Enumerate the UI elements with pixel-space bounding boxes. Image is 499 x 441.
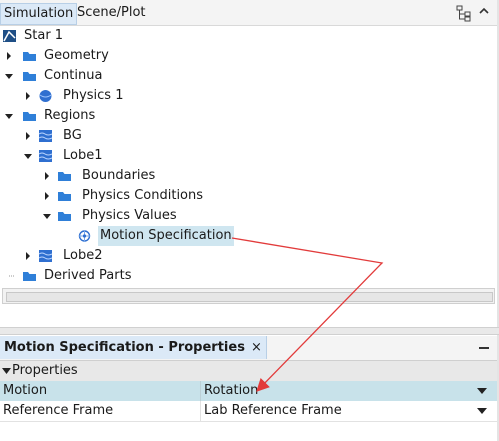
properties-title: Motion Specification - Properties	[4, 340, 245, 355]
folder-icon	[58, 192, 71, 201]
collapse-arrow-icon[interactable]	[42, 206, 52, 226]
tab-motion-specification-properties[interactable]: Motion Specification - Properties ×	[0, 336, 267, 359]
tree-label: Lobe1	[63, 148, 103, 163]
collapse-arrow-icon[interactable]	[2, 367, 11, 375]
property-value: Rotation	[204, 383, 259, 398]
region-mesh-icon	[38, 150, 53, 162]
expand-arrow-icon[interactable]	[23, 86, 33, 106]
tree-label: Continua	[44, 68, 103, 83]
section-label: Properties	[12, 363, 78, 378]
tree-label: Motion Specification	[98, 226, 234, 246]
properties-section-header[interactable]: Properties	[0, 361, 497, 381]
tree-label: Physics Values	[82, 208, 177, 223]
tree-label: Lobe2	[63, 248, 103, 263]
folder-icon	[23, 112, 36, 121]
folder-icon	[23, 52, 36, 61]
tab-scene-plot[interactable]: Scene/Plot	[74, 3, 149, 23]
tree-label: Boundaries	[82, 168, 156, 183]
property-name: Reference Frame	[3, 403, 114, 418]
tree-label: Physics 1	[63, 88, 124, 103]
reference-frame-dropdown[interactable]: Lab Reference Frame	[200, 401, 497, 421]
tree-label: Physics Conditions	[82, 188, 204, 203]
expand-arrow-icon[interactable]	[23, 246, 33, 266]
region-mesh-icon	[38, 130, 53, 142]
minimize-icon[interactable]	[479, 347, 489, 349]
property-name: Motion	[3, 383, 48, 398]
tree-label: Derived Parts	[44, 268, 132, 283]
top-tab-bar: Simulation Scene/Plot	[0, 0, 497, 26]
folder-icon	[58, 212, 71, 221]
close-icon[interactable]: ×	[251, 340, 262, 355]
simulation-icon	[3, 30, 16, 42]
tree-connector-icon	[9, 275, 14, 277]
region-mesh-icon	[38, 250, 53, 262]
folder-icon	[58, 172, 71, 181]
dropdown-arrow-icon[interactable]	[477, 388, 487, 394]
property-row-motion[interactable]: Motion Rotation	[0, 381, 497, 401]
expand-arrow-icon[interactable]	[42, 166, 52, 186]
collapse-arrow-icon[interactable]	[23, 146, 33, 166]
collapse-icon[interactable]	[477, 5, 491, 19]
horizontal-scrollbar[interactable]	[2, 288, 495, 304]
panel-splitter[interactable]	[0, 327, 499, 335]
folder-icon	[23, 72, 36, 81]
dropdown-arrow-icon[interactable]	[477, 408, 487, 414]
expand-arrow-icon[interactable]	[42, 186, 52, 206]
physics-sphere-icon	[39, 90, 52, 102]
tree-view-icon[interactable]	[455, 4, 473, 22]
tab-simulation[interactable]: Simulation	[0, 3, 78, 25]
collapse-arrow-icon[interactable]	[4, 106, 14, 126]
properties-tab-bar: Motion Specification - Properties ×	[0, 336, 497, 361]
scrollbar-thumb[interactable]	[6, 292, 493, 302]
motion-icon	[78, 230, 91, 242]
motion-dropdown[interactable]: Rotation	[200, 381, 497, 401]
tree-label: Regions	[44, 108, 96, 123]
simulation-tree: Star 1 Geometry Continua Physics 1 Regio…	[0, 26, 497, 286]
property-value: Lab Reference Frame	[204, 403, 342, 418]
tree-label: BG	[63, 128, 82, 143]
tree-label: Star 1	[24, 28, 64, 43]
collapse-arrow-icon[interactable]	[4, 66, 14, 86]
tree-label: Geometry	[44, 48, 109, 63]
expand-arrow-icon[interactable]	[4, 46, 14, 66]
property-row-reference-frame[interactable]: Reference Frame Lab Reference Frame	[0, 401, 497, 422]
folder-icon	[23, 272, 36, 281]
expand-arrow-icon[interactable]	[23, 126, 33, 146]
